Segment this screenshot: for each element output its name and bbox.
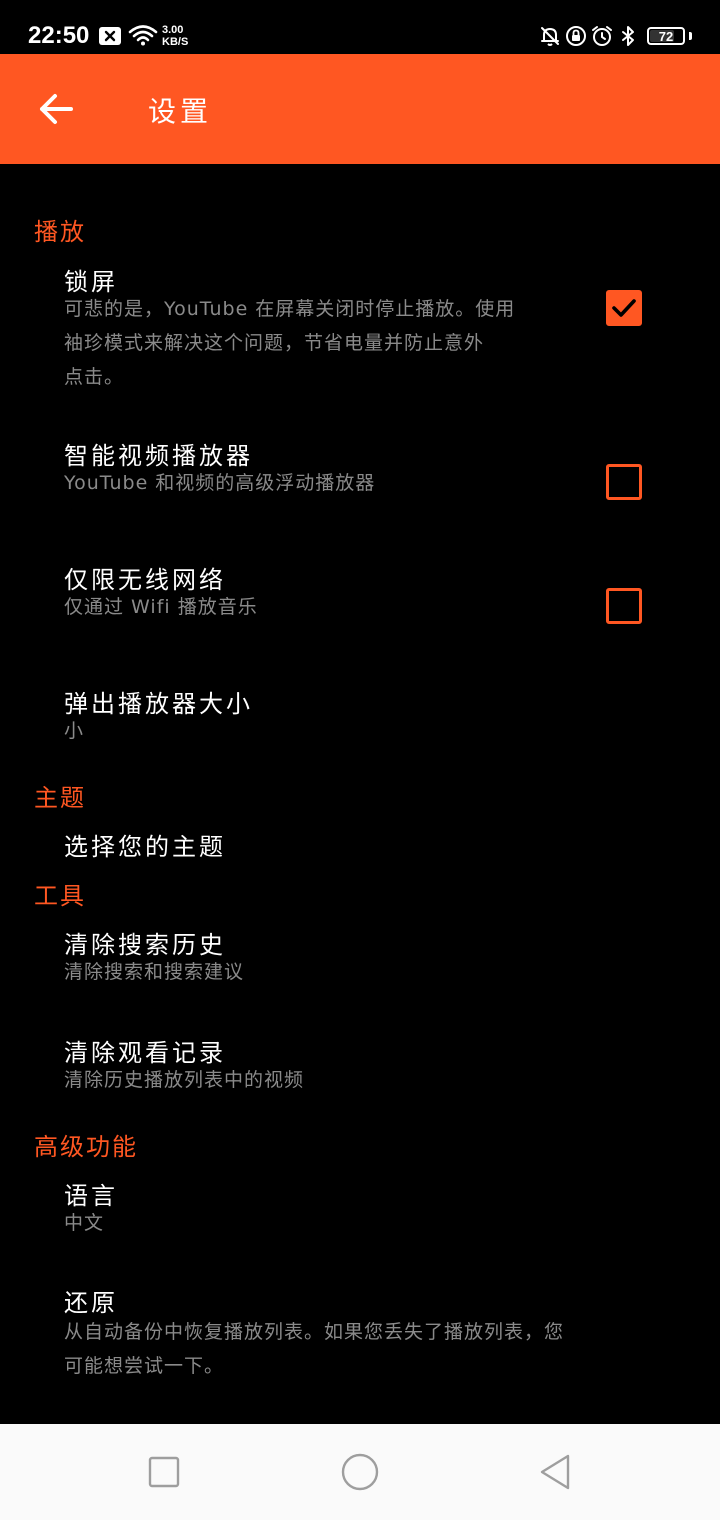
pref-restore-summary-line2: 可能想尝试一下。 xyxy=(64,1355,225,1377)
pref-clear-search-summary: 清除搜索和搜索建议 xyxy=(64,961,245,983)
bluetooth-icon xyxy=(622,26,634,46)
pref-choose-theme-title: 选择您的主题 xyxy=(64,833,226,861)
bell-muted-icon xyxy=(541,27,559,46)
arrow-left-icon xyxy=(40,94,73,124)
recents-button[interactable] xyxy=(144,1452,184,1492)
battery-level: 72 xyxy=(658,28,674,44)
battery-indicator: 72 xyxy=(647,27,685,45)
circle-icon xyxy=(341,1453,379,1491)
pref-restore-summary-line1: 从自动备份中恢复播放列表。如果您丢失了播放列表，您 xyxy=(64,1321,565,1343)
pref-lock-screen-summary-line1: 可悲的是，YouTube 在屏幕关闭时停止播放。使用 xyxy=(64,298,516,320)
page-title: 设置 xyxy=(148,95,213,128)
pref-smart-player-summary: YouTube 和视频的高级浮动播放器 xyxy=(64,472,376,494)
pref-popup-size-summary: 小 xyxy=(64,720,85,742)
notification-close-icon xyxy=(99,27,121,45)
smart-player-checkbox[interactable] xyxy=(606,464,642,500)
pref-clear-watch-summary: 清除历史播放列表中的视频 xyxy=(64,1069,305,1091)
section-header-playback: 播放 xyxy=(34,218,86,246)
nav-back-button[interactable] xyxy=(536,1452,576,1492)
alarm-icon xyxy=(592,26,612,46)
triangle-icon xyxy=(540,1454,570,1490)
battery-nub xyxy=(689,32,692,40)
lock-rotation-icon xyxy=(566,26,586,46)
section-header-theme: 主题 xyxy=(34,784,86,812)
network-speed-value: 3.00 xyxy=(162,24,184,36)
checkmark-icon xyxy=(612,299,636,317)
section-header-tools: 工具 xyxy=(34,882,86,910)
wifi-icon xyxy=(128,25,158,46)
status-icons: 72 xyxy=(539,22,692,50)
pref-lock-screen-summary-line2: 袖珍模式来解决这个问题，节省电量并防止意外 xyxy=(64,332,485,354)
status-time: 22:50 xyxy=(28,22,90,49)
wifi-only-checkbox[interactable] xyxy=(606,588,642,624)
network-speed: 3.00 KB/S xyxy=(162,24,188,48)
pref-language-summary: 中文 xyxy=(64,1212,105,1234)
back-button[interactable] xyxy=(28,84,84,134)
square-icon xyxy=(148,1456,180,1488)
pref-lock-screen-summary-line3: 点击。 xyxy=(64,366,125,388)
status-bar: 22:50 3.00 KB/S 72 xyxy=(0,0,720,54)
home-button[interactable] xyxy=(340,1452,380,1492)
toolbar: 设置 xyxy=(0,54,720,164)
lock-screen-checkbox[interactable] xyxy=(606,290,642,326)
pref-popup-size-title: 弹出播放器大小 xyxy=(64,690,253,718)
pref-wifi-only-summary: 仅通过 Wifi 播放音乐 xyxy=(64,596,258,618)
section-header-advanced: 高级功能 xyxy=(34,1133,138,1161)
pref-restore-title: 还原 xyxy=(64,1289,118,1317)
navigation-bar xyxy=(0,1424,720,1520)
network-speed-unit: KB/S xyxy=(162,36,189,48)
